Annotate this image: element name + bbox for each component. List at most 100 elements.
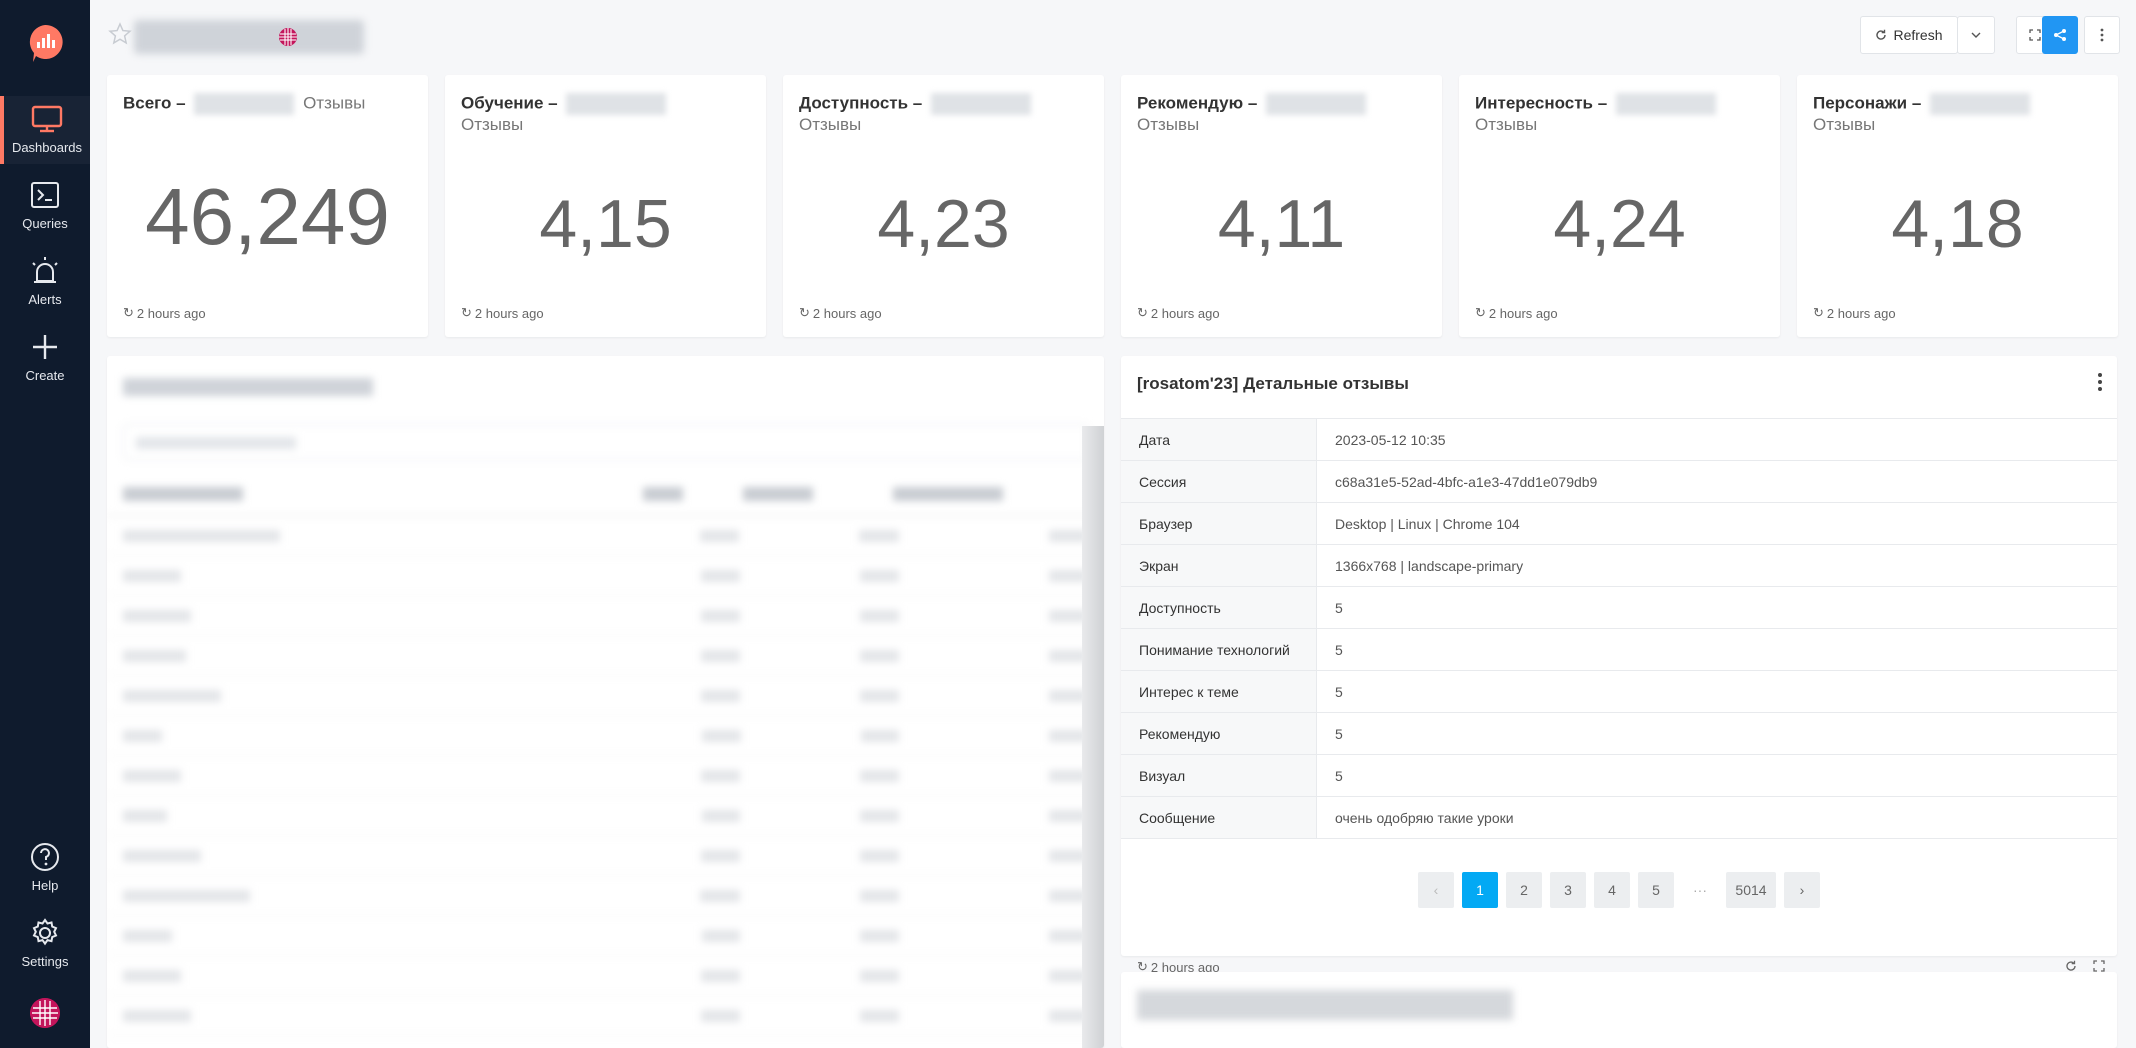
- refresh-small-icon: ↻: [461, 305, 472, 320]
- counter-value: 4,24: [1553, 186, 1686, 262]
- pagination-page-2[interactable]: 2: [1506, 872, 1542, 908]
- sidebar: Dashboards Queries Alerts Create Help Se…: [0, 0, 90, 1048]
- redash-logo-icon[interactable]: [24, 22, 66, 64]
- table-row: Понимание технологий 5: [1121, 629, 2117, 671]
- counter-widget-accessibility: Доступность – Отзывы 4,23 ↻ 2 hours ago: [783, 75, 1104, 337]
- scroll-shadow: [1082, 426, 1104, 1048]
- nav-help[interactable]: Help: [0, 834, 90, 902]
- alarm-icon: [32, 257, 58, 283]
- table-row: Сообщение очень одобряю такие уроки: [1121, 797, 2117, 839]
- share-icon: [2054, 29, 2066, 41]
- redacted-table-content: [107, 356, 1104, 1036]
- row-value: 2023-05-12 10:35: [1335, 431, 1446, 448]
- widget-menu-icon[interactable]: [2097, 372, 2103, 392]
- monitor-icon: [31, 105, 63, 133]
- pagination-last-page[interactable]: 5014: [1726, 872, 1776, 908]
- refresh-button[interactable]: Refresh: [1860, 16, 1958, 54]
- widget-footer-actions: [2065, 960, 2105, 972]
- group-badge-icon: [279, 28, 297, 46]
- last-updated: ↻ 2 hours ago: [799, 305, 882, 321]
- table-row: Визуал 5: [1121, 755, 2117, 797]
- nav-alerts[interactable]: Alerts: [0, 248, 90, 316]
- counter-title: Персонажи –: [1813, 93, 2034, 115]
- nav-label-queries: Queries: [22, 216, 68, 231]
- counter-value: 4,11: [1217, 186, 1346, 262]
- nav-queries[interactable]: Queries: [0, 172, 90, 240]
- row-value: Desktop | Linux | Chrome 104: [1335, 515, 1520, 532]
- redacted-text: [1266, 93, 1366, 115]
- row-key: Дата: [1121, 419, 1317, 460]
- row-value: c68a31e5-52ad-4bfc-a1e3-47dd1e079db9: [1335, 473, 1598, 490]
- counter-subtitle: Отзывы: [303, 93, 366, 113]
- last-updated: ↻ 2 hours ago: [1813, 305, 1896, 321]
- expand-icon[interactable]: [2093, 960, 2105, 972]
- counter-widget-characters: Персонажи – Отзывы 4,18 ↻ 2 hours ago: [1797, 75, 2118, 337]
- more-options-button[interactable]: [2084, 16, 2120, 54]
- favorite-star-icon[interactable]: [108, 22, 132, 46]
- refresh-icon: [1876, 29, 1887, 40]
- dashboard-title-redacted: [134, 20, 364, 54]
- counter-subtitle: Отзывы: [461, 115, 524, 134]
- row-value: 1366x768 | landscape-primary: [1335, 557, 1524, 574]
- table-row: Интерес к теме 5: [1121, 671, 2117, 713]
- counter-widget-total: Всего – Отзывы 46,249 ↻ 2 hours ago: [107, 75, 428, 337]
- counter-subtitle: Отзывы: [799, 115, 862, 134]
- expand-icon: [2029, 29, 2041, 41]
- table-row: Экран 1366x768 | landscape-primary: [1121, 545, 2117, 587]
- table-row: Дата 2023-05-12 10:35: [1121, 419, 2117, 461]
- kebab-menu-icon: [2100, 28, 2104, 42]
- redacted-text: [1930, 93, 2031, 115]
- redacted-text: [1615, 93, 1716, 115]
- share-button[interactable]: [2042, 16, 2078, 54]
- pagination-ellipsis[interactable]: ···: [1682, 872, 1718, 908]
- refresh-schedule-dropdown[interactable]: [1957, 16, 1995, 54]
- counter-title: Обучение –: [461, 93, 670, 115]
- pagination-next-button[interactable]: ›: [1784, 872, 1820, 908]
- table-row: Сессия c68a31e5-52ad-4bfc-a1e3-47dd1e079d…: [1121, 461, 2117, 503]
- pagination-page-4[interactable]: 4: [1594, 872, 1630, 908]
- nav-settings[interactable]: Settings: [0, 910, 90, 978]
- nav-label-help: Help: [31, 878, 59, 893]
- pagination-page-5[interactable]: 5: [1638, 872, 1674, 908]
- counter-title: Всего – Отзывы: [123, 93, 365, 115]
- row-value: очень одобряю такие уроки: [1335, 809, 1514, 826]
- counter-widget-interest: Интересность – Отзывы 4,24 ↻ 2 hours ago: [1459, 75, 1780, 337]
- nav-create[interactable]: Create: [0, 324, 90, 392]
- user-avatar[interactable]: [30, 998, 60, 1028]
- widget-title: [rosatom'23] Детальные отзывы: [1137, 374, 1409, 393]
- refresh-icon[interactable]: [2065, 960, 2077, 972]
- counter-widget-learning: Обучение – Отзывы 4,15 ↻ 2 hours ago: [445, 75, 766, 337]
- row-value: 5: [1335, 599, 1343, 616]
- pagination-page-3[interactable]: 3: [1550, 872, 1586, 908]
- row-key: Визуал: [1121, 755, 1317, 796]
- help-circle-icon: [31, 843, 59, 871]
- counter-value: 4,18: [1891, 186, 2024, 262]
- row-key: Доступность: [1121, 587, 1317, 628]
- refresh-small-icon: ↻: [799, 305, 810, 320]
- counter-value: 4,15: [539, 186, 672, 262]
- refresh-small-icon: ↻: [1137, 305, 1148, 320]
- redacted-widget-bottom: [1121, 972, 2117, 1048]
- refresh-label: Refresh: [1893, 27, 1943, 43]
- pagination-prev-button[interactable]: ‹: [1418, 872, 1454, 908]
- detail-reviews-widget: [rosatom'23] Детальные отзывы Дата 2023-0…: [1121, 356, 2117, 975]
- nav-label-settings: Settings: [21, 954, 69, 969]
- counter-widget-recommend: Рекомендую – Отзывы 4,11 ↻ 2 hours ago: [1121, 75, 1442, 337]
- nav-label-alerts: Alerts: [28, 292, 62, 307]
- refresh-small-icon: ↻: [1475, 305, 1486, 320]
- pagination-page-1[interactable]: 1: [1462, 872, 1498, 908]
- nav-label-create: Create: [25, 368, 65, 383]
- row-key: Браузер: [1121, 503, 1317, 544]
- nav-label-dashboards: Dashboards: [11, 140, 83, 155]
- nav-dashboards[interactable]: Dashboards: [0, 96, 90, 164]
- row-key: Экран: [1121, 545, 1317, 586]
- chevron-down-icon: [1971, 32, 1981, 38]
- table-row: Рекомендую 5: [1121, 713, 2117, 755]
- counter-title: Рекомендую –: [1137, 93, 1370, 115]
- row-key: Рекомендую: [1121, 713, 1317, 754]
- last-updated: ↻ 2 hours ago: [1137, 305, 1220, 321]
- row-value: 5: [1335, 767, 1343, 784]
- refresh-small-icon: ↻: [123, 305, 134, 320]
- row-value: 5: [1335, 683, 1343, 700]
- counter-value: 4,23: [877, 186, 1010, 262]
